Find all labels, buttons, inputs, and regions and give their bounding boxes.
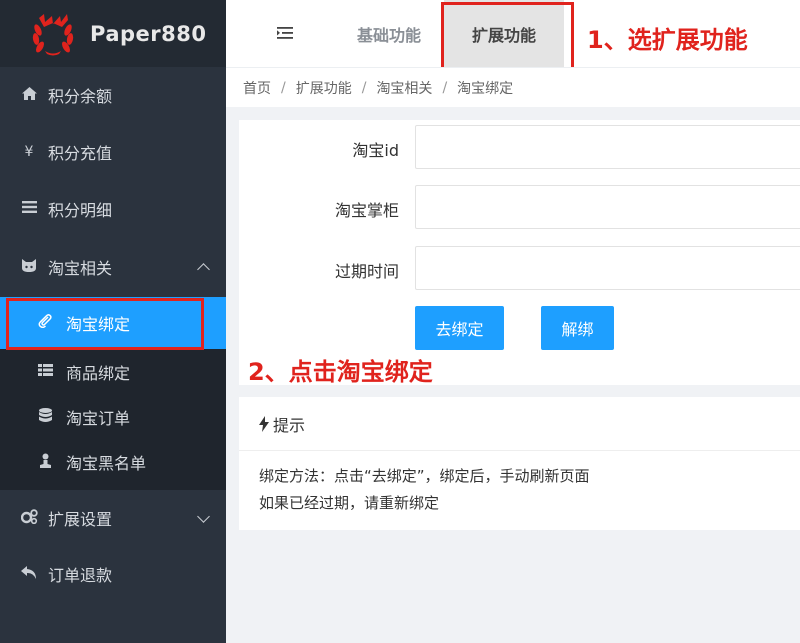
menu-collapse-icon[interactable] [276, 24, 294, 42]
sidebar-item-label: 积分余额 [48, 87, 113, 106]
tip-title: 提示 [273, 415, 306, 435]
app-name: Paper880 [90, 21, 207, 46]
unbind-button[interactable]: 解绑 [541, 306, 614, 350]
logo-area[interactable]: Paper880 [0, 0, 226, 67]
sidebar-item-label: 淘宝订单 [66, 409, 131, 428]
tab-label: 基础功能 [357, 25, 422, 45]
github-cat-icon [20, 258, 38, 276]
tip-header: 提示 [239, 397, 800, 451]
bolt-icon [259, 415, 269, 432]
shopkeeper-label: 淘宝掌柜 [334, 201, 399, 220]
sidebar-item-taobao-orders[interactable]: 淘宝订单 [0, 394, 226, 440]
bind-form-card: 淘宝id 淘宝掌柜 过期时间 去绑定 解绑 [239, 120, 800, 385]
taobao-id-input[interactable] [415, 125, 800, 169]
sidebar-item-points-balance[interactable]: 积分余额 [0, 67, 226, 123]
tab-basic-functions[interactable]: 基础功能 [357, 0, 421, 67]
expire-time-input[interactable] [415, 246, 800, 290]
sidebar-item-points-recharge[interactable]: ¥ 积分充值 [0, 124, 226, 180]
annotation-box-tab [441, 2, 574, 75]
sidebar-item-points-detail[interactable]: 积分明细 [0, 181, 226, 237]
yen-icon: ¥ [24, 144, 34, 160]
user-icon [36, 453, 54, 472]
breadcrumb: 首页 / 扩展功能 / 淘宝相关 / 淘宝绑定 [226, 67, 800, 107]
sidebar-item-label: 淘宝黑名单 [66, 454, 147, 473]
grid-list-icon [36, 364, 54, 380]
sidebar-item-label: 淘宝相关 [48, 259, 113, 278]
sidebar-item-label: 积分明细 [48, 201, 113, 220]
sidebar-item-label: 订单退款 [48, 566, 113, 585]
tip-card: 提示 绑定方法：点击“去绑定”，绑定后，手动刷新页面 如果已经过期，请重新绑定 [239, 397, 800, 530]
tip-line: 如果已经过期，请重新绑定 [259, 494, 440, 512]
sidebar-item-label: 积分充值 [48, 144, 113, 163]
shopkeeper-input[interactable] [415, 185, 800, 229]
sidebar-item-order-refund[interactable]: 订单退款 [0, 546, 226, 602]
breadcrumb-extended[interactable]: 扩展功能 [296, 78, 352, 98]
sidebar-item-label: 商品绑定 [66, 364, 131, 383]
gears-icon [20, 508, 38, 528]
bind-button[interactable]: 去绑定 [415, 306, 504, 350]
breadcrumb-taobao[interactable]: 淘宝相关 [376, 78, 432, 98]
breadcrumb-separator: / [281, 79, 286, 96]
reply-icon [20, 565, 38, 583]
database-icon [36, 407, 54, 427]
sidebar-item-taobao-blacklist[interactable]: 淘宝黑名单 [0, 439, 226, 485]
expire-time-label: 过期时间 [334, 262, 399, 281]
list-icon [20, 201, 38, 217]
sidebar-item-extension-settings[interactable]: 扩展设置 [0, 490, 226, 546]
sidebar-item-taobao[interactable]: 淘宝相关 [0, 239, 226, 295]
annotation-step2: 2、点击淘宝绑定 [248, 358, 433, 386]
breadcrumb-separator: / [361, 79, 367, 96]
breadcrumb-separator: / [442, 79, 448, 96]
sidebar-item-label: 扩展设置 [48, 510, 113, 529]
tip-line: 绑定方法：点击“去绑定”，绑定后，手动刷新页面 [259, 467, 590, 485]
home-icon [20, 86, 38, 104]
annotation-box-menu [6, 298, 204, 350]
sidebar-item-product-bind[interactable]: 商品绑定 [0, 349, 226, 395]
breadcrumb-home[interactable]: 首页 [243, 78, 271, 98]
chevron-up-icon [197, 263, 210, 276]
chevron-down-icon [197, 510, 210, 523]
taobao-id-label: 淘宝id [352, 141, 399, 160]
annotation-step1: 1、选扩展功能 [587, 26, 748, 54]
tip-body: 绑定方法：点击“去绑定”，绑定后，手动刷新页面 如果已经过期，请重新绑定 [259, 463, 590, 517]
breadcrumb-current: 淘宝绑定 [457, 80, 514, 97]
laurel-logo-icon [32, 13, 74, 55]
